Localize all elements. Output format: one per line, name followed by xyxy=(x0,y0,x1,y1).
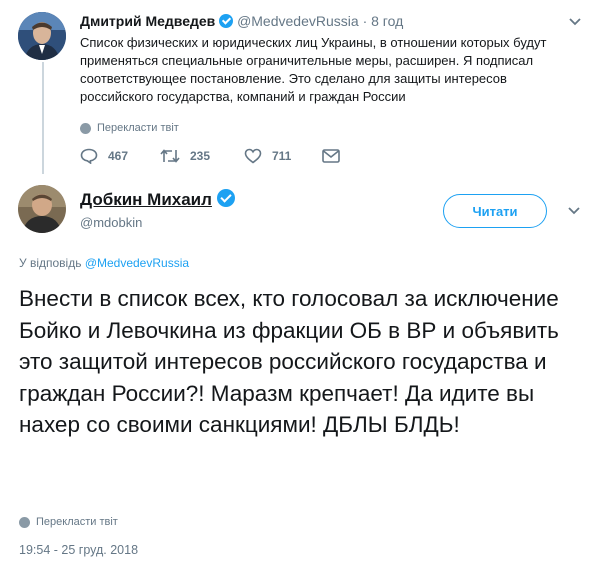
reply-translate-link[interactable]: Перекласти твіт xyxy=(19,516,118,528)
in-reply-to: У відповідь @MedvedevRussia xyxy=(19,256,189,270)
reply-count: 467 xyxy=(108,149,129,163)
reply-author-handle[interactable]: @mdobkin xyxy=(80,215,142,230)
chevron-down-icon[interactable] xyxy=(569,18,581,26)
verified-icon xyxy=(219,14,234,28)
reply-timestamp[interactable]: 19:54 - 25 груд. 2018 xyxy=(19,543,138,557)
retweet-action[interactable]: 235 xyxy=(160,148,210,164)
reply-icon xyxy=(80,148,98,164)
like-action[interactable]: 711 xyxy=(244,148,291,164)
verified-icon xyxy=(216,189,235,207)
thread-line xyxy=(42,62,44,174)
separator-dot: · xyxy=(362,13,368,29)
like-icon xyxy=(244,148,262,164)
retweet-icon xyxy=(160,149,180,163)
reply-author-line: Добкин Михаил xyxy=(80,189,235,210)
message-icon[interactable] xyxy=(322,149,340,163)
quoted-time[interactable]: 8 год xyxy=(371,13,403,29)
quoted-translate-link[interactable]: Перекласти твіт xyxy=(80,122,179,134)
like-count: 711 xyxy=(272,149,292,163)
quoted-header: Дмитрий Медведев @MedvedevRussia · 8 год xyxy=(80,13,403,29)
reply-translate-label: Перекласти твіт xyxy=(36,516,118,528)
reply-tweet-text: Внести в список всех, кто голосовал за и… xyxy=(19,286,559,437)
medvedev-avatar[interactable] xyxy=(18,12,66,60)
retweet-count: 235 xyxy=(190,149,211,163)
quoted-author-handle[interactable]: @MedvedevRussia xyxy=(237,13,359,29)
quoted-tweet-text: Список физических и юридических лиц Укра… xyxy=(80,35,547,104)
chevron-down-icon[interactable] xyxy=(568,207,580,215)
quoted-author-name[interactable]: Дмитрий Медведев xyxy=(80,13,215,29)
globe-icon xyxy=(80,122,91,134)
follow-button[interactable]: Читати xyxy=(443,194,547,228)
dobkin-avatar[interactable] xyxy=(18,185,66,233)
globe-icon xyxy=(19,516,30,528)
reply-action[interactable]: 467 xyxy=(80,148,128,164)
in-reply-handle-link[interactable]: @MedvedevRussia xyxy=(85,256,189,270)
reply-author-name[interactable]: Добкин Михаил xyxy=(80,190,212,209)
in-reply-prefix: У відповідь xyxy=(19,256,82,270)
quoted-translate-label: Перекласти твіт xyxy=(97,122,179,134)
